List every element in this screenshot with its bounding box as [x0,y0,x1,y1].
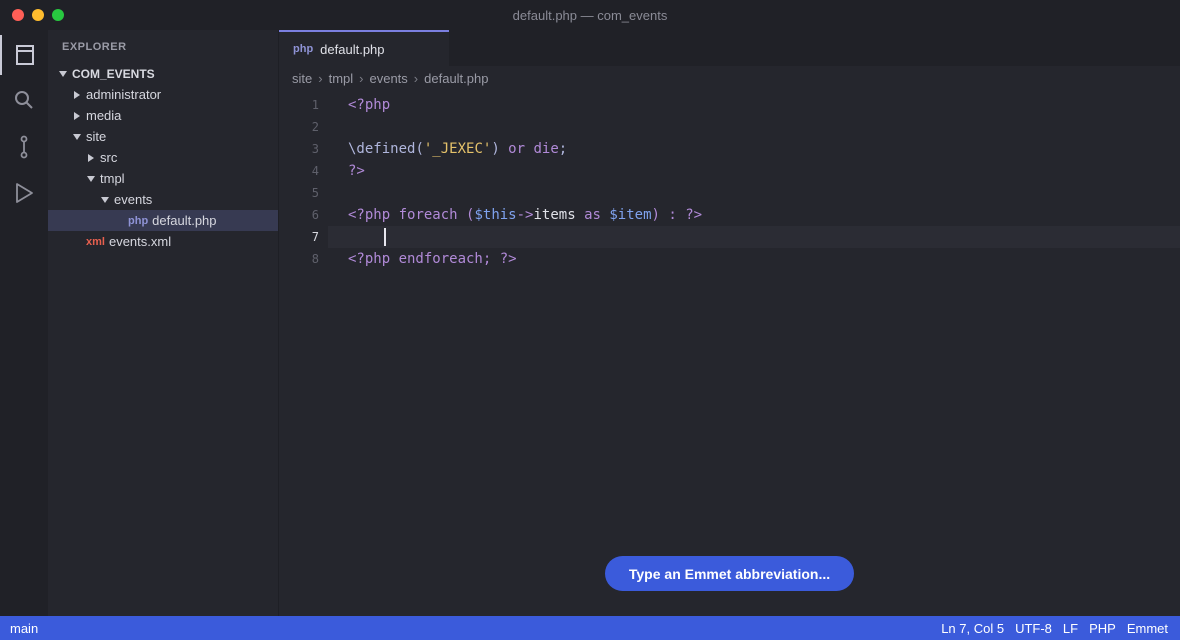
status-encoding[interactable]: UTF-8 [1015,621,1052,636]
tab-label: default.php [320,41,385,57]
code-editor[interactable]: 1 <?php 2 3 \defined('_JEXEC') or die; 4… [279,94,1180,594]
tree-item-label: src [100,150,118,165]
tree-item-label: events [114,192,153,207]
text-cursor [384,228,386,246]
tree-item-media[interactable]: media [48,105,278,126]
activity-explorer[interactable] [0,35,48,75]
editor-tab-bar: php default.php [279,30,1180,66]
tree-item-label: media [86,108,122,123]
chevron-down-icon [72,132,82,142]
activity-run[interactable] [0,173,48,213]
tree-item-label: administrator [86,87,162,102]
code-line: 8 <?php endforeach; ?> [279,248,1180,270]
tree-item-default-php[interactable]: php default.php [48,210,278,231]
code-line: 4 ?> [279,160,1180,182]
status-right-items: Ln 7, Col 5 UTF-8 LF PHP Emmet [941,621,1168,636]
breadcrumb-item-events[interactable]: events [369,71,407,86]
php-file-icon: php [293,43,314,55]
tree-item-events[interactable]: events [48,189,278,210]
window-controls [12,9,64,21]
activity-source-control[interactable] [0,127,48,167]
tree-item-label: events.xml [108,234,172,249]
chevron-right-icon [72,90,82,100]
explorer-sidebar: EXPLORER COM_EVENTS administrator media … [48,30,279,616]
line-number: 6 [311,208,319,222]
chevron-down-icon [100,195,110,205]
breadcrumb: site › tmpl › events › default.php [292,68,488,88]
chevron-down-icon [86,174,96,184]
source-control-icon [20,135,28,159]
activity-bar [0,30,48,616]
chevron-right-icon [86,153,96,163]
title-bar: default.php — com_events [0,0,1180,30]
tree-item-tmpl[interactable]: tmpl [48,168,278,189]
chevron-right-icon [72,111,82,121]
minimize-window-button[interactable] [32,9,44,21]
tree-item-administrator[interactable]: administrator [48,84,278,105]
breadcrumb-separator: › [318,70,323,86]
line-number: 5 [311,186,319,200]
tree-item-events-xml[interactable]: xml events.xml [48,231,278,252]
code-text: \defined('_JEXEC') or die; [348,141,568,157]
code-line: 5 [279,182,1180,204]
files-icon [16,45,34,65]
chevron-down-icon [58,69,68,79]
breadcrumb-separator: › [359,70,364,86]
code-text: <?php [348,97,391,113]
code-text: <?php foreach ($this->items as $item) : … [348,207,703,223]
breadcrumb-item-file[interactable]: default.php [424,71,488,86]
activity-search[interactable] [0,80,48,120]
breadcrumb-item-site[interactable]: site [292,71,312,86]
window-title: default.php — com_events [512,7,668,23]
tree-item-site[interactable]: site [48,126,278,147]
code-line: 1 <?php [279,94,1180,116]
status-emmet[interactable]: Emmet [1127,621,1168,636]
code-line-current: 7 [279,226,1180,248]
line-number: 3 [311,142,319,156]
code-line: 6 <?php foreach ($this->items as $item) … [279,204,1180,226]
status-branch[interactable]: main [10,621,38,636]
explorer-title: EXPLORER [62,41,127,53]
line-number: 4 [311,164,319,178]
tree-item-src[interactable]: src [48,147,278,168]
breadcrumb-item-tmpl[interactable]: tmpl [329,71,354,86]
close-window-button[interactable] [12,9,24,21]
search-icon [15,91,33,109]
status-bar: main Ln 7, Col 5 UTF-8 LF PHP Emmet [0,616,1180,640]
code-text: ?> [348,163,365,179]
tree-item-label: tmpl [100,171,125,186]
tree-root-label: COM_EVENTS [72,66,155,81]
run-icon [16,183,33,203]
status-cursor-position[interactable]: Ln 7, Col 5 [941,621,1004,636]
code-text: <?php endforeach; ?> [348,251,517,267]
maximize-window-button[interactable] [52,9,64,21]
tree-item-label: site [86,129,107,144]
tree-root-folder[interactable]: COM_EVENTS [48,63,278,84]
status-eol[interactable]: LF [1063,621,1078,636]
status-language[interactable]: PHP [1089,621,1116,636]
line-number: 7 [311,230,319,244]
emmet-abbreviation-prompt[interactable]: Type an Emmet abbreviation... [605,556,854,591]
tree-item-label: default.php [152,213,217,228]
tab-default-php[interactable]: php default.php [279,30,449,66]
php-file-icon: php [128,214,149,227]
breadcrumb-separator: › [413,70,419,86]
xml-file-icon: xml [86,235,105,248]
code-line: 3 \defined('_JEXEC') or die; [279,138,1180,160]
line-number: 8 [311,252,319,266]
code-line: 2 [279,116,1180,138]
line-number: 2 [311,120,319,134]
line-number: 1 [311,98,319,112]
